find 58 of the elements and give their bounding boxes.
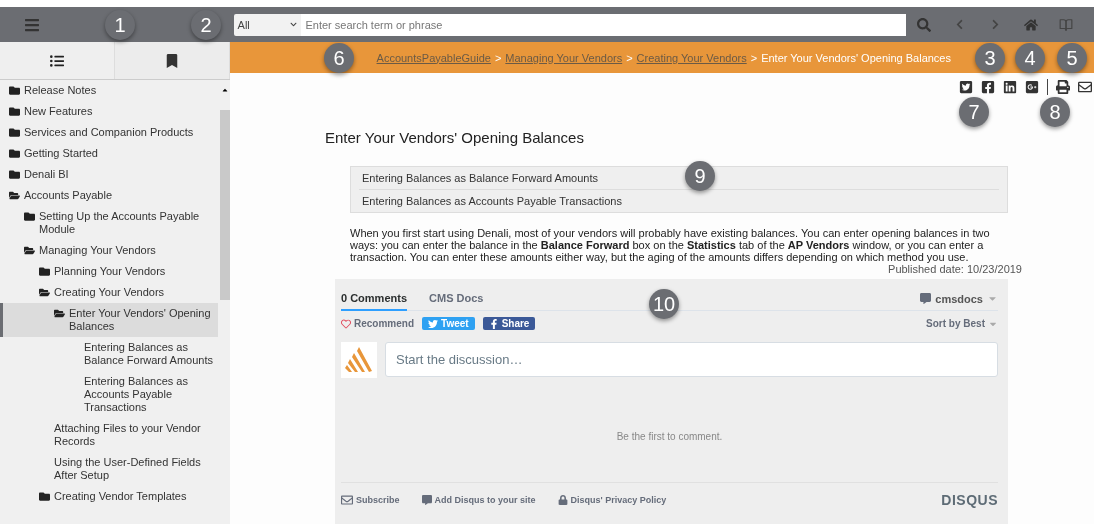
bookmarks-tab[interactable] [115, 42, 230, 79]
tree-item[interactable]: Creating Your Vendors [0, 282, 218, 303]
search-field[interactable]: Enter search term or phrase [301, 13, 907, 36]
lock-icon [557, 494, 568, 505]
page-title: Enter Your Vendors' Opening Balances [325, 129, 585, 146]
subtopic-link[interactable]: Entering Balances as Balance Forward Amounts [359, 167, 602, 189]
footer-link[interactable]: Add Disqus to your site [421, 494, 536, 505]
tree-item[interactable]: Planning Your Vendors [0, 261, 218, 282]
empty-message: Be the first to comment. [615, 431, 724, 442]
brand-logo: DISQUS [941, 491, 998, 508]
comments-tab[interactable]: 0 Comments [341, 286, 408, 311]
tree-item[interactable]: Denali BI [0, 164, 218, 185]
email-icon[interactable] [1078, 80, 1092, 94]
speech-bubble-icon [421, 494, 432, 505]
recommend-button[interactable]: Recommend [341, 318, 414, 329]
bookmark-icon [165, 53, 179, 68]
envelope-icon [341, 493, 353, 506]
scope-dropdown[interactable]: All [233, 13, 302, 36]
comments-tab[interactable]: CMS Docs [429, 286, 484, 311]
breadcrumb-separator: > [494, 51, 502, 64]
tree-item[interactable]: Services and Companion Products [0, 122, 218, 143]
speech-bubble-icon [920, 293, 932, 304]
published-date: Published date: 10/23/2019 [888, 263, 1022, 275]
tree-item[interactable]: Managing Your Vendors [0, 240, 218, 261]
footer-link[interactable]: Subscribe [341, 493, 400, 506]
chevron-down-icon [290, 21, 298, 28]
tree-item[interactable]: Enter Your Vendors' Opening Balances [0, 303, 218, 337]
body-paragraph: When you first start using Denali, most of your vendors will probably have existing balances. You can enter opening balances in two ways: you can enter the balance in the Balance Forward box on the Statistics tab of the AP Vendors window, or you can enter a transaction. You can enter these amounts either way, but the aging of the amounts differs depending on which method you use. [350, 227, 991, 263]
tree-item[interactable]: Release Notes [0, 80, 218, 101]
tree-item[interactable]: New Features [0, 101, 218, 122]
google-plus-icon[interactable] [1025, 80, 1039, 94]
print-icon[interactable] [1056, 80, 1070, 94]
linkedin-icon[interactable] [1003, 80, 1017, 94]
tree-item[interactable]: Using the User-Defined Fields After Setup [0, 452, 218, 486]
sort-menu[interactable]: Sort by Best [926, 318, 998, 329]
tree-item[interactable]: Attaching Files to your Vendor Records [0, 418, 218, 452]
share-button[interactable]: Share [482, 317, 536, 330]
facebook-icon[interactable] [981, 80, 995, 94]
footer-link[interactable]: Disqus' Privacy Policy [557, 494, 667, 505]
tree-item[interactable]: Getting Started [0, 143, 218, 164]
breadcrumb-separator: > [750, 51, 758, 64]
user-menu[interactable]: cmsdocs [920, 292, 998, 305]
list-icon [50, 53, 64, 68]
breadcrumb-current: Enter Your Vendors' Opening Balances [761, 51, 951, 64]
subtopic-link[interactable]: Entering Balances as Accounts Payable Transactions [359, 190, 625, 212]
tree-item[interactable]: Accounts Payable [0, 185, 218, 206]
tree-item[interactable]: Setting Up the Accounts Payable Module [0, 206, 218, 240]
breadcrumb-separator: > [626, 51, 633, 64]
heart-icon [341, 318, 351, 329]
tree-item[interactable]: Creating Vendor Templates [0, 486, 218, 507]
tree-item[interactable]: Entering Balances as Balance Forward Amounts [0, 337, 218, 371]
comment-field[interactable]: Start the discussion… [385, 342, 998, 377]
bird-icon [428, 318, 438, 329]
facebook-icon [488, 318, 499, 329]
twitter-icon[interactable] [959, 80, 973, 94]
tree-item[interactable]: Entering Balances as Accounts Payable Transactions [0, 371, 218, 418]
caret-up-icon[interactable] [221, 86, 229, 94]
avatar-logo [341, 342, 377, 378]
